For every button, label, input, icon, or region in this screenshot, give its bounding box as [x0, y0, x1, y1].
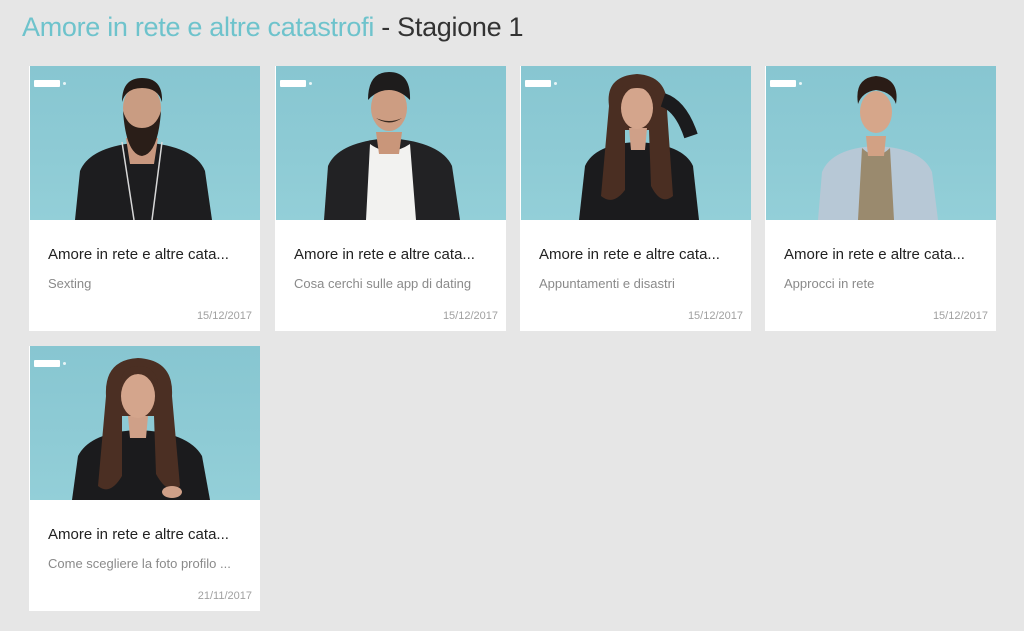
episode-card[interactable]: Amore in rete e altre cata... Cosa cerch… — [275, 66, 506, 331]
episode-title[interactable]: Amore in rete e altre cata... — [784, 246, 984, 263]
man-with-beanie-figure — [324, 72, 460, 220]
episode-title[interactable]: Amore in rete e altre cata... — [294, 246, 494, 263]
woman-long-hair-figure — [579, 74, 699, 220]
episode-title[interactable]: Amore in rete e altre cata... — [539, 246, 739, 263]
channel-logo — [34, 80, 66, 87]
episode-date: 15/12/2017 — [442, 310, 498, 322]
episode-date: 15/12/2017 — [932, 310, 988, 322]
episode-card[interactable]: Amore in rete e altre cata... Sexting 15… — [29, 66, 260, 331]
series-title: Amore in rete e altre catastrofi — [22, 12, 375, 42]
episode-thumbnail[interactable] — [30, 66, 260, 220]
episode-card[interactable]: Amore in rete e altre cata... Approcci i… — [765, 66, 996, 331]
man-denim-jacket-figure — [818, 76, 938, 220]
woman-long-hair-figure — [72, 358, 210, 500]
channel-logo — [770, 80, 802, 87]
episode-subtitle: Approcci in rete — [784, 276, 875, 291]
channel-logo — [280, 80, 312, 87]
episode-subtitle: Sexting — [48, 276, 92, 291]
episode-title[interactable]: Amore in rete e altre cata... — [48, 526, 248, 543]
episode-subtitle: Cosa cerchi sulle app di dating — [294, 276, 472, 291]
episode-title[interactable]: Amore in rete e altre cata... — [48, 246, 248, 263]
episode-subtitle: Appuntamenti e disastri — [539, 276, 675, 291]
page-title: Amore in rete e altre catastrofi - Stagi… — [22, 12, 524, 43]
episode-thumbnail[interactable] — [30, 346, 260, 500]
season-label: - Stagione 1 — [374, 12, 524, 42]
channel-logo — [34, 360, 66, 367]
bearded-man-figure — [75, 78, 212, 220]
episode-thumbnail[interactable] — [276, 66, 506, 220]
episode-thumbnail[interactable] — [521, 66, 751, 220]
channel-logo — [525, 80, 557, 87]
episode-date: 15/12/2017 — [196, 310, 252, 322]
episode-date: 15/12/2017 — [687, 310, 743, 322]
episode-subtitle: Come scegliere la foto profilo ... — [48, 556, 231, 571]
episode-card[interactable]: Amore in rete e altre cata... Appuntamen… — [520, 66, 751, 331]
episode-thumbnail[interactable] — [766, 66, 996, 220]
episode-date: 21/11/2017 — [197, 590, 252, 602]
episode-card[interactable]: Amore in rete e altre cata... Come scegl… — [29, 346, 260, 611]
